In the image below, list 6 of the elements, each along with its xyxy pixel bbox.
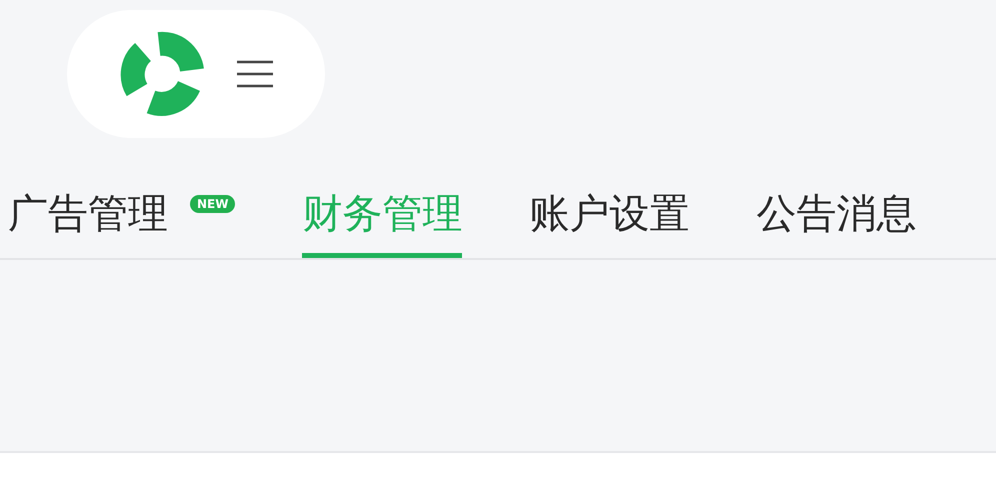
nav-tab[interactable]: 公告消息 (756, 170, 916, 258)
menu-icon[interactable] (237, 59, 273, 89)
nav-tab[interactable]: 广告管理 (8, 170, 168, 258)
logo-icon (119, 30, 207, 118)
new-badge: NEW (190, 195, 236, 213)
nav-tab[interactable]: 账户设置 (529, 170, 690, 258)
